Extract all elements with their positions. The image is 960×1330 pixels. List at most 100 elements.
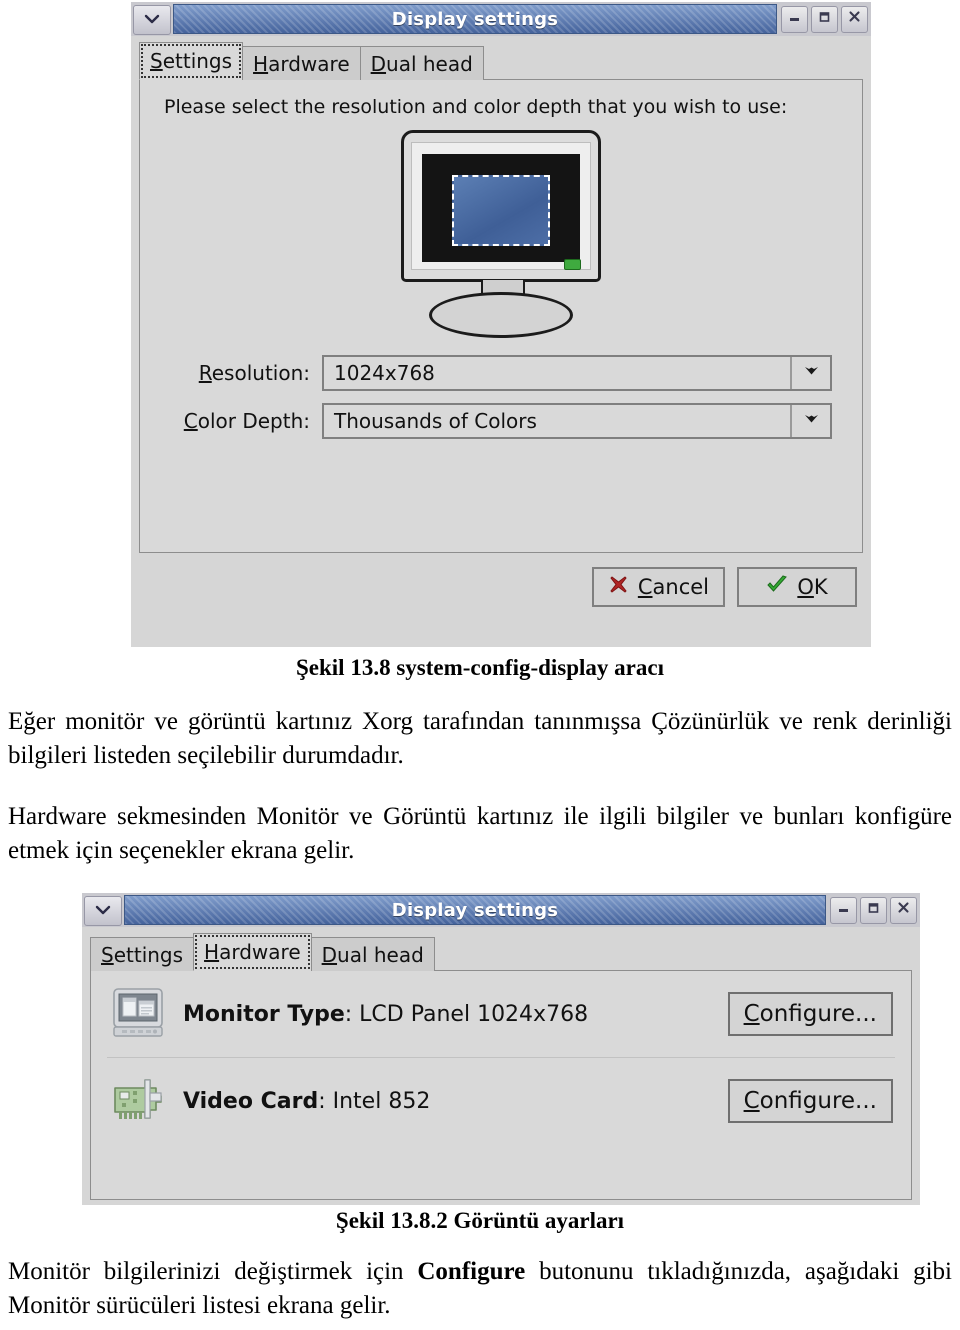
ok-rest: K xyxy=(813,575,828,599)
monitor-type-row: Monitor Type: LCD Panel 1024x768 Configu… xyxy=(91,971,911,1057)
notebook: Settings Hardware Dual head Please selec… xyxy=(131,36,871,553)
monitor-type-value: LCD Panel 1024x768 xyxy=(359,1001,589,1027)
ok-button[interactable]: OK xyxy=(737,567,857,607)
window-controls[interactable] xyxy=(826,896,920,924)
minimize-icon xyxy=(837,901,850,919)
close-icon xyxy=(897,901,910,919)
paragraph-3: Monitör bilgilerinizi değiştirmek için C… xyxy=(8,1255,952,1323)
close-icon xyxy=(848,10,861,28)
video-card-text: Video Card: Intel 852 xyxy=(183,1089,728,1114)
green-check-icon xyxy=(766,574,788,600)
configure-monitor-button[interactable]: Configure... xyxy=(727,992,893,1036)
paragraph-2: Hardware sekmesinden Monitör ve Görüntü … xyxy=(8,803,952,864)
tab-hardware[interactable]: Hardware xyxy=(193,933,312,971)
tab-settings-label: ettings xyxy=(113,942,184,967)
maximize-icon xyxy=(818,10,831,28)
resolution-value: 1024x768 xyxy=(334,361,435,385)
resolution-label-mnemonic: R xyxy=(198,361,212,385)
chevron-down-icon xyxy=(803,364,820,382)
minimize-button[interactable] xyxy=(830,896,857,924)
close-button[interactable] xyxy=(841,5,868,33)
ok-button-label: OK xyxy=(797,575,827,599)
tab-settings[interactable]: Settings xyxy=(90,937,195,971)
tab-dual-head-label: ual head xyxy=(386,51,473,76)
window-menu-button[interactable] xyxy=(133,4,171,35)
configure-video-card-mnemonic: C xyxy=(743,1088,760,1114)
resolution-dropdown-arrow[interactable] xyxy=(790,357,830,389)
display-settings-window-hardware[interactable]: Display settings S ettings H ardware D u… xyxy=(82,893,920,1205)
tab-dual-head-label: ual head xyxy=(337,942,424,967)
maximize-button[interactable] xyxy=(860,896,887,924)
ok-mnemonic: O xyxy=(797,575,814,599)
cancel-button[interactable]: Cancel xyxy=(591,567,725,607)
chevron-down-icon xyxy=(803,412,820,430)
monitor-base xyxy=(429,292,573,338)
red-x-icon xyxy=(608,574,629,600)
video-card-icon xyxy=(109,1072,167,1130)
cancel-rest: ancel xyxy=(652,575,709,599)
resolution-label-rest: esolution: xyxy=(211,361,310,385)
display-settings-window-settings[interactable]: Display settings S ettings H ardware D u… xyxy=(131,2,871,647)
window-title: Display settings xyxy=(173,4,777,34)
figure-1-caption: Şekil 13.8 system-config-display aracı xyxy=(296,655,664,680)
window-controls[interactable] xyxy=(777,5,871,33)
tab-strip[interactable]: Settings Hardware Dual head xyxy=(139,42,863,80)
video-card-row: Video Card: Intel 852 Configure... xyxy=(91,1058,911,1144)
color-depth-label: Color Depth: xyxy=(160,409,322,433)
video-card-label: Video Card xyxy=(183,1088,319,1114)
paragraph-3-part1: Monitör bilgilerinizi değiştirmek için xyxy=(8,1258,418,1285)
tab-dual-head[interactable]: Dual head xyxy=(310,937,435,971)
resolution-label: Resolution: xyxy=(160,361,322,385)
settings-fields: Resolution: 1024x768 Color Depth: Thousa… xyxy=(140,353,862,469)
cancel-mnemonic: C xyxy=(637,575,653,599)
minimize-icon xyxy=(788,10,801,28)
power-led-icon xyxy=(564,259,581,270)
color-depth-dropdown-arrow[interactable] xyxy=(790,405,830,437)
tab-settings[interactable]: Settings xyxy=(139,42,244,80)
monitor-icon xyxy=(109,985,167,1043)
tab-hardware-mnemonic: H xyxy=(253,51,269,76)
settings-panel: Please select the resolution and color d… xyxy=(139,79,863,553)
resolution-row: Resolution: 1024x768 xyxy=(160,355,832,391)
desktop-selection-area xyxy=(452,175,550,246)
tab-dual-head[interactable]: Dual head xyxy=(359,46,484,80)
monitor-type-text: Monitor Type: LCD Panel 1024x768 xyxy=(183,1002,728,1027)
configure-video-card-button[interactable]: Configure... xyxy=(727,1079,893,1123)
crt-monitor-preview xyxy=(393,128,609,343)
tab-hardware-label: ardware xyxy=(268,51,350,76)
tab-strip[interactable]: Settings Hardware Dual head xyxy=(90,933,912,971)
tab-dual-head-mnemonic: D xyxy=(321,942,338,967)
titlebar[interactable]: Display settings xyxy=(131,2,871,36)
tab-hardware-mnemonic: H xyxy=(204,940,220,964)
tab-hardware[interactable]: Hardware xyxy=(242,46,361,80)
hardware-panel: Monitor Type: LCD Panel 1024x768 Configu… xyxy=(90,970,912,1200)
settings-hint: Please select the resolution and color d… xyxy=(164,96,788,118)
configure-video-card-label: onfigure... xyxy=(759,1088,877,1114)
document-page: Display settings S ettings H ardware D u… xyxy=(0,0,960,1330)
configure-monitor-mnemonic: C xyxy=(743,1001,760,1027)
tab-dual-head-mnemonic: D xyxy=(370,51,387,76)
configure-monitor-label: onfigure... xyxy=(759,1001,877,1027)
tab-settings-mnemonic: S xyxy=(101,942,114,967)
chevron-down-icon xyxy=(144,11,160,29)
close-button[interactable] xyxy=(890,896,917,924)
titlebar[interactable]: Display settings xyxy=(82,893,920,927)
color-depth-row: Color Depth: Thousands of Colors xyxy=(160,403,832,439)
color-depth-value: Thousands of Colors xyxy=(334,409,537,433)
video-card-value: Intel 852 xyxy=(332,1088,431,1114)
figure-2-caption: Şekil 13.8.2 Görüntü ayarları xyxy=(335,1208,625,1233)
notebook: Settings Hardware Dual head Monitor Type… xyxy=(82,927,920,1200)
color-depth-label-rest: olor Depth: xyxy=(197,409,310,433)
monitor-type-sep: : xyxy=(344,1001,360,1027)
minimize-button[interactable] xyxy=(781,5,808,33)
monitor-type-label: Monitor Type xyxy=(183,1001,345,1027)
maximize-button[interactable] xyxy=(811,5,838,33)
tab-hardware-label: ardware xyxy=(219,940,301,964)
dialog-action-bar: Cancel OK xyxy=(131,553,871,613)
color-depth-dropdown[interactable]: Thousands of Colors xyxy=(322,403,832,439)
tab-settings-mnemonic: S xyxy=(150,49,163,73)
color-depth-label-mnemonic: C xyxy=(183,409,198,433)
maximize-icon xyxy=(867,901,880,919)
resolution-dropdown[interactable]: 1024x768 xyxy=(322,355,832,391)
window-menu-button[interactable] xyxy=(84,895,122,926)
